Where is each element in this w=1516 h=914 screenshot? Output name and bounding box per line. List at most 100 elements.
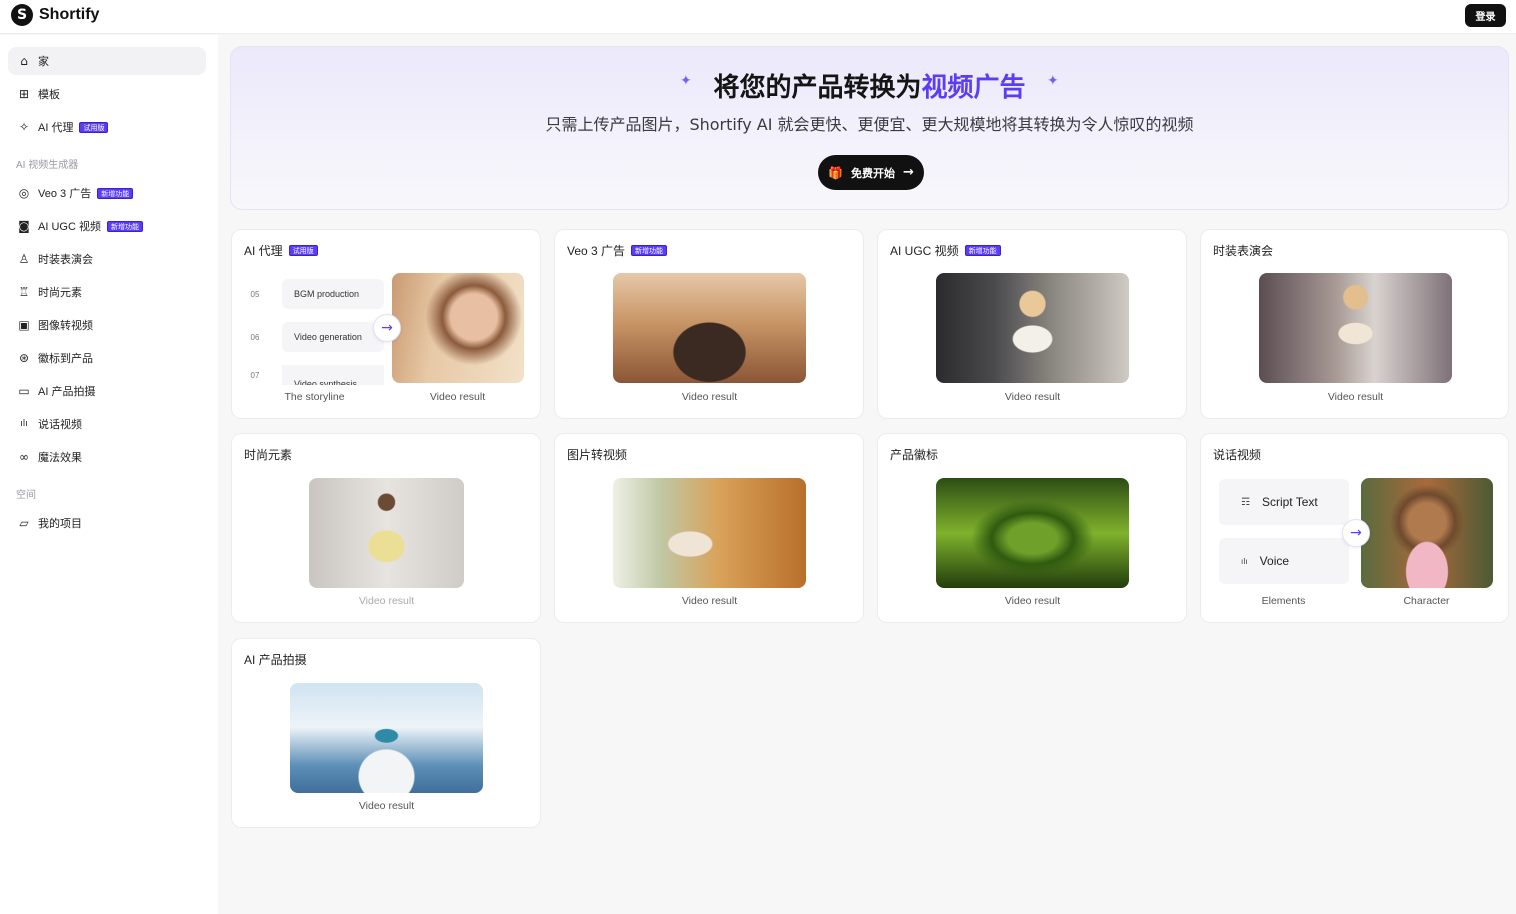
step-number: 06 — [250, 332, 260, 342]
sidebar-item-my-projects[interactable]: ▱ 我的项目 — [8, 509, 206, 537]
card-title: AI 代理 试用版 — [244, 242, 318, 259]
hero-banner: ✦ 将您的产品转换为视频广告 ✦ 只需上传产品图片，Shortify AI 就会… — [230, 46, 1509, 210]
card-veo3-ads[interactable]: Veo 3 广告 新增功能 Video result — [554, 229, 864, 419]
ai-agent-preview-image — [392, 273, 524, 383]
sidebar-item-home[interactable]: ⌂ 家 — [8, 47, 206, 75]
card-title-text: 产品徽标 — [890, 448, 939, 462]
sidebar-item-label: 徽标到产品 — [38, 353, 93, 365]
video-camera-icon: ▭ — [18, 384, 30, 398]
dress-icon: ♙ — [18, 252, 30, 266]
caption-video-result: Video result — [1004, 391, 1061, 403]
fashion-show-preview-image — [1259, 273, 1452, 383]
step-label: Video synthesis — [282, 365, 384, 385]
card-fashion-elements[interactable]: 时尚元素 Video result — [231, 433, 541, 623]
sidebar-item-ai-ugc-video[interactable]: ◙ AI UGC 视频 新增功能 — [8, 212, 206, 240]
sidebar-item-label: 模板 — [38, 89, 60, 101]
sidebar-item-ai-product-shoot[interactable]: ▭ AI 产品拍摄 — [8, 377, 206, 405]
new-feature-badge: 新增功能 — [964, 245, 1001, 256]
free-start-button[interactable]: 🎁 免费开始 → — [818, 155, 924, 190]
arrow-right-icon: → — [373, 314, 401, 342]
card-title: 时尚元素 — [244, 446, 292, 463]
step-row: 06 Video generation — [244, 322, 384, 352]
hero-subtitle: 只需上传产品图片，Shortify AI 就会更快、更便宜、更大规模地将其转换为… — [545, 115, 1194, 134]
card-title-text: Veo 3 广告 — [567, 244, 626, 258]
step-label: Video generation — [282, 322, 384, 352]
magic-icon: ∞ — [19, 450, 29, 464]
veo-icon: ◎ — [18, 186, 30, 200]
sidebar-item-label: AI 代理 — [38, 122, 74, 134]
card-fashion-show[interactable]: 时装表演会 Video result — [1200, 229, 1509, 419]
login-button[interactable]: 登录 — [1465, 4, 1506, 27]
sidebar-item-magic-effects[interactable]: ∞ 魔法效果 — [8, 443, 206, 471]
card-title-text: 时装表演会 — [1213, 244, 1274, 258]
image-to-video-preview-image — [613, 478, 806, 588]
sidebar-item-fashion-elements[interactable]: ♖ 时尚元素 — [8, 278, 206, 306]
card-ai-agent[interactable]: AI 代理 试用版 05 BGM production 06 Video gen… — [231, 229, 541, 419]
sidebar-item-fashion-show[interactable]: ♙ 时装表演会 — [8, 245, 206, 273]
card-product-logo[interactable]: 产品徽标 Video result — [877, 433, 1187, 623]
sparkle-icon: ✧ — [18, 120, 30, 134]
new-feature-badge: 新增功能 — [97, 187, 134, 199]
hero-title-accent: 视频广告 — [921, 73, 1026, 103]
sidebar-item-talking-video[interactable]: ılı 说话视频 — [8, 410, 206, 438]
new-feature-badge: 新增功能 — [631, 245, 668, 256]
step-number: 05 — [250, 289, 260, 299]
product-shoot-preview-image — [290, 683, 483, 793]
sidebar-item-ai-agent[interactable]: ✧ AI 代理 试用版 — [8, 113, 206, 141]
gift-icon: 🎁 — [828, 165, 844, 180]
caption-video-result: Video result — [1004, 595, 1061, 607]
hero-title-main: 将您的产品转换为 — [713, 73, 922, 103]
card-title: 产品徽标 — [890, 446, 938, 463]
card-title-text: 时尚元素 — [244, 448, 293, 462]
card-title: AI UGC 视频 新增功能 — [890, 242, 1001, 259]
sidebar-item-logo-to-product[interactable]: ⊛ 徽标到产品 — [8, 344, 206, 372]
arrow-right-icon: → — [1342, 519, 1370, 547]
top-bar: S Shortify 登录 — [0, 0, 1516, 34]
card-title-text: AI 产品拍摄 — [244, 653, 307, 667]
step-number: 07 — [250, 370, 260, 380]
caption-video-result: Video result — [1327, 391, 1384, 403]
waveform-icon: ılı — [1241, 556, 1248, 566]
card-ai-product-shoot[interactable]: AI 产品拍摄 Video result — [231, 638, 541, 828]
sidebar-item-image-to-video[interactable]: ▣ 图像转视频 — [8, 311, 206, 339]
sidebar-item-label: 家 — [38, 56, 49, 68]
caption-video-result: Video result — [681, 391, 738, 403]
card-talking-video[interactable]: 说话视频 ☶ Script Text ılı Voice → Elements … — [1200, 433, 1509, 623]
sidebar-item-label: 时尚元素 — [38, 287, 82, 299]
card-title-text: AI UGC 视频 — [890, 244, 959, 258]
arrow-right-icon: → — [903, 165, 914, 180]
script-text-element: ☶ Script Text — [1219, 479, 1349, 525]
caption-video-result: Video result — [429, 391, 486, 403]
new-feature-badge: 新增功能 — [106, 220, 143, 232]
card-ai-ugc-video[interactable]: AI UGC 视频 新增功能 Video result — [877, 229, 1187, 419]
home-icon: ⌂ — [20, 54, 28, 68]
hero-title: 将您的产品转换为视频广告 — [231, 67, 1508, 104]
card-title: 说话视频 — [1213, 446, 1261, 463]
caption-character: Character — [1403, 595, 1450, 607]
card-image-to-video[interactable]: 图片转视频 Video result — [554, 433, 864, 623]
caption-video-result: Video result — [358, 800, 415, 812]
product-logo-preview-image — [936, 478, 1129, 588]
sidebar-item-veo3-ads[interactable]: ◎ Veo 3 广告 新增功能 — [8, 179, 206, 207]
folder-icon: ▱ — [19, 516, 29, 530]
sidebar-item-label: AI UGC 视频 — [38, 221, 101, 233]
script-text-label: Script Text — [1261, 495, 1318, 509]
sidebar-item-label: 时装表演会 — [38, 254, 93, 266]
fashion-elements-preview-image — [309, 478, 464, 588]
sidebar-item-label: AI 产品拍摄 — [38, 386, 96, 398]
veo3-preview-image — [613, 273, 806, 383]
ugc-preview-image — [936, 273, 1129, 383]
app-logo[interactable]: S Shortify — [11, 4, 99, 26]
script-icon: ☶ — [1241, 496, 1250, 508]
image-video-icon: ▣ — [18, 318, 30, 332]
caption-video-result: Video result — [681, 595, 738, 607]
step-row: 07 Video synthesis — [244, 365, 384, 385]
card-title: AI 产品拍摄 — [244, 651, 307, 668]
sidebar-item-label: 魔法效果 — [38, 452, 82, 464]
sidebar: ⌂ 家 ⊞ 模板 ✧ AI 代理 试用版 AI 视频生成器 ◎ Veo 3 广告… — [0, 35, 218, 914]
waveform-icon: ılı — [20, 419, 28, 429]
voice-element: ılı Voice — [1219, 538, 1349, 584]
sidebar-item-templates[interactable]: ⊞ 模板 — [8, 80, 206, 108]
trial-badge: 试用版 — [288, 245, 318, 256]
shortify-logo-icon: S — [11, 4, 33, 26]
